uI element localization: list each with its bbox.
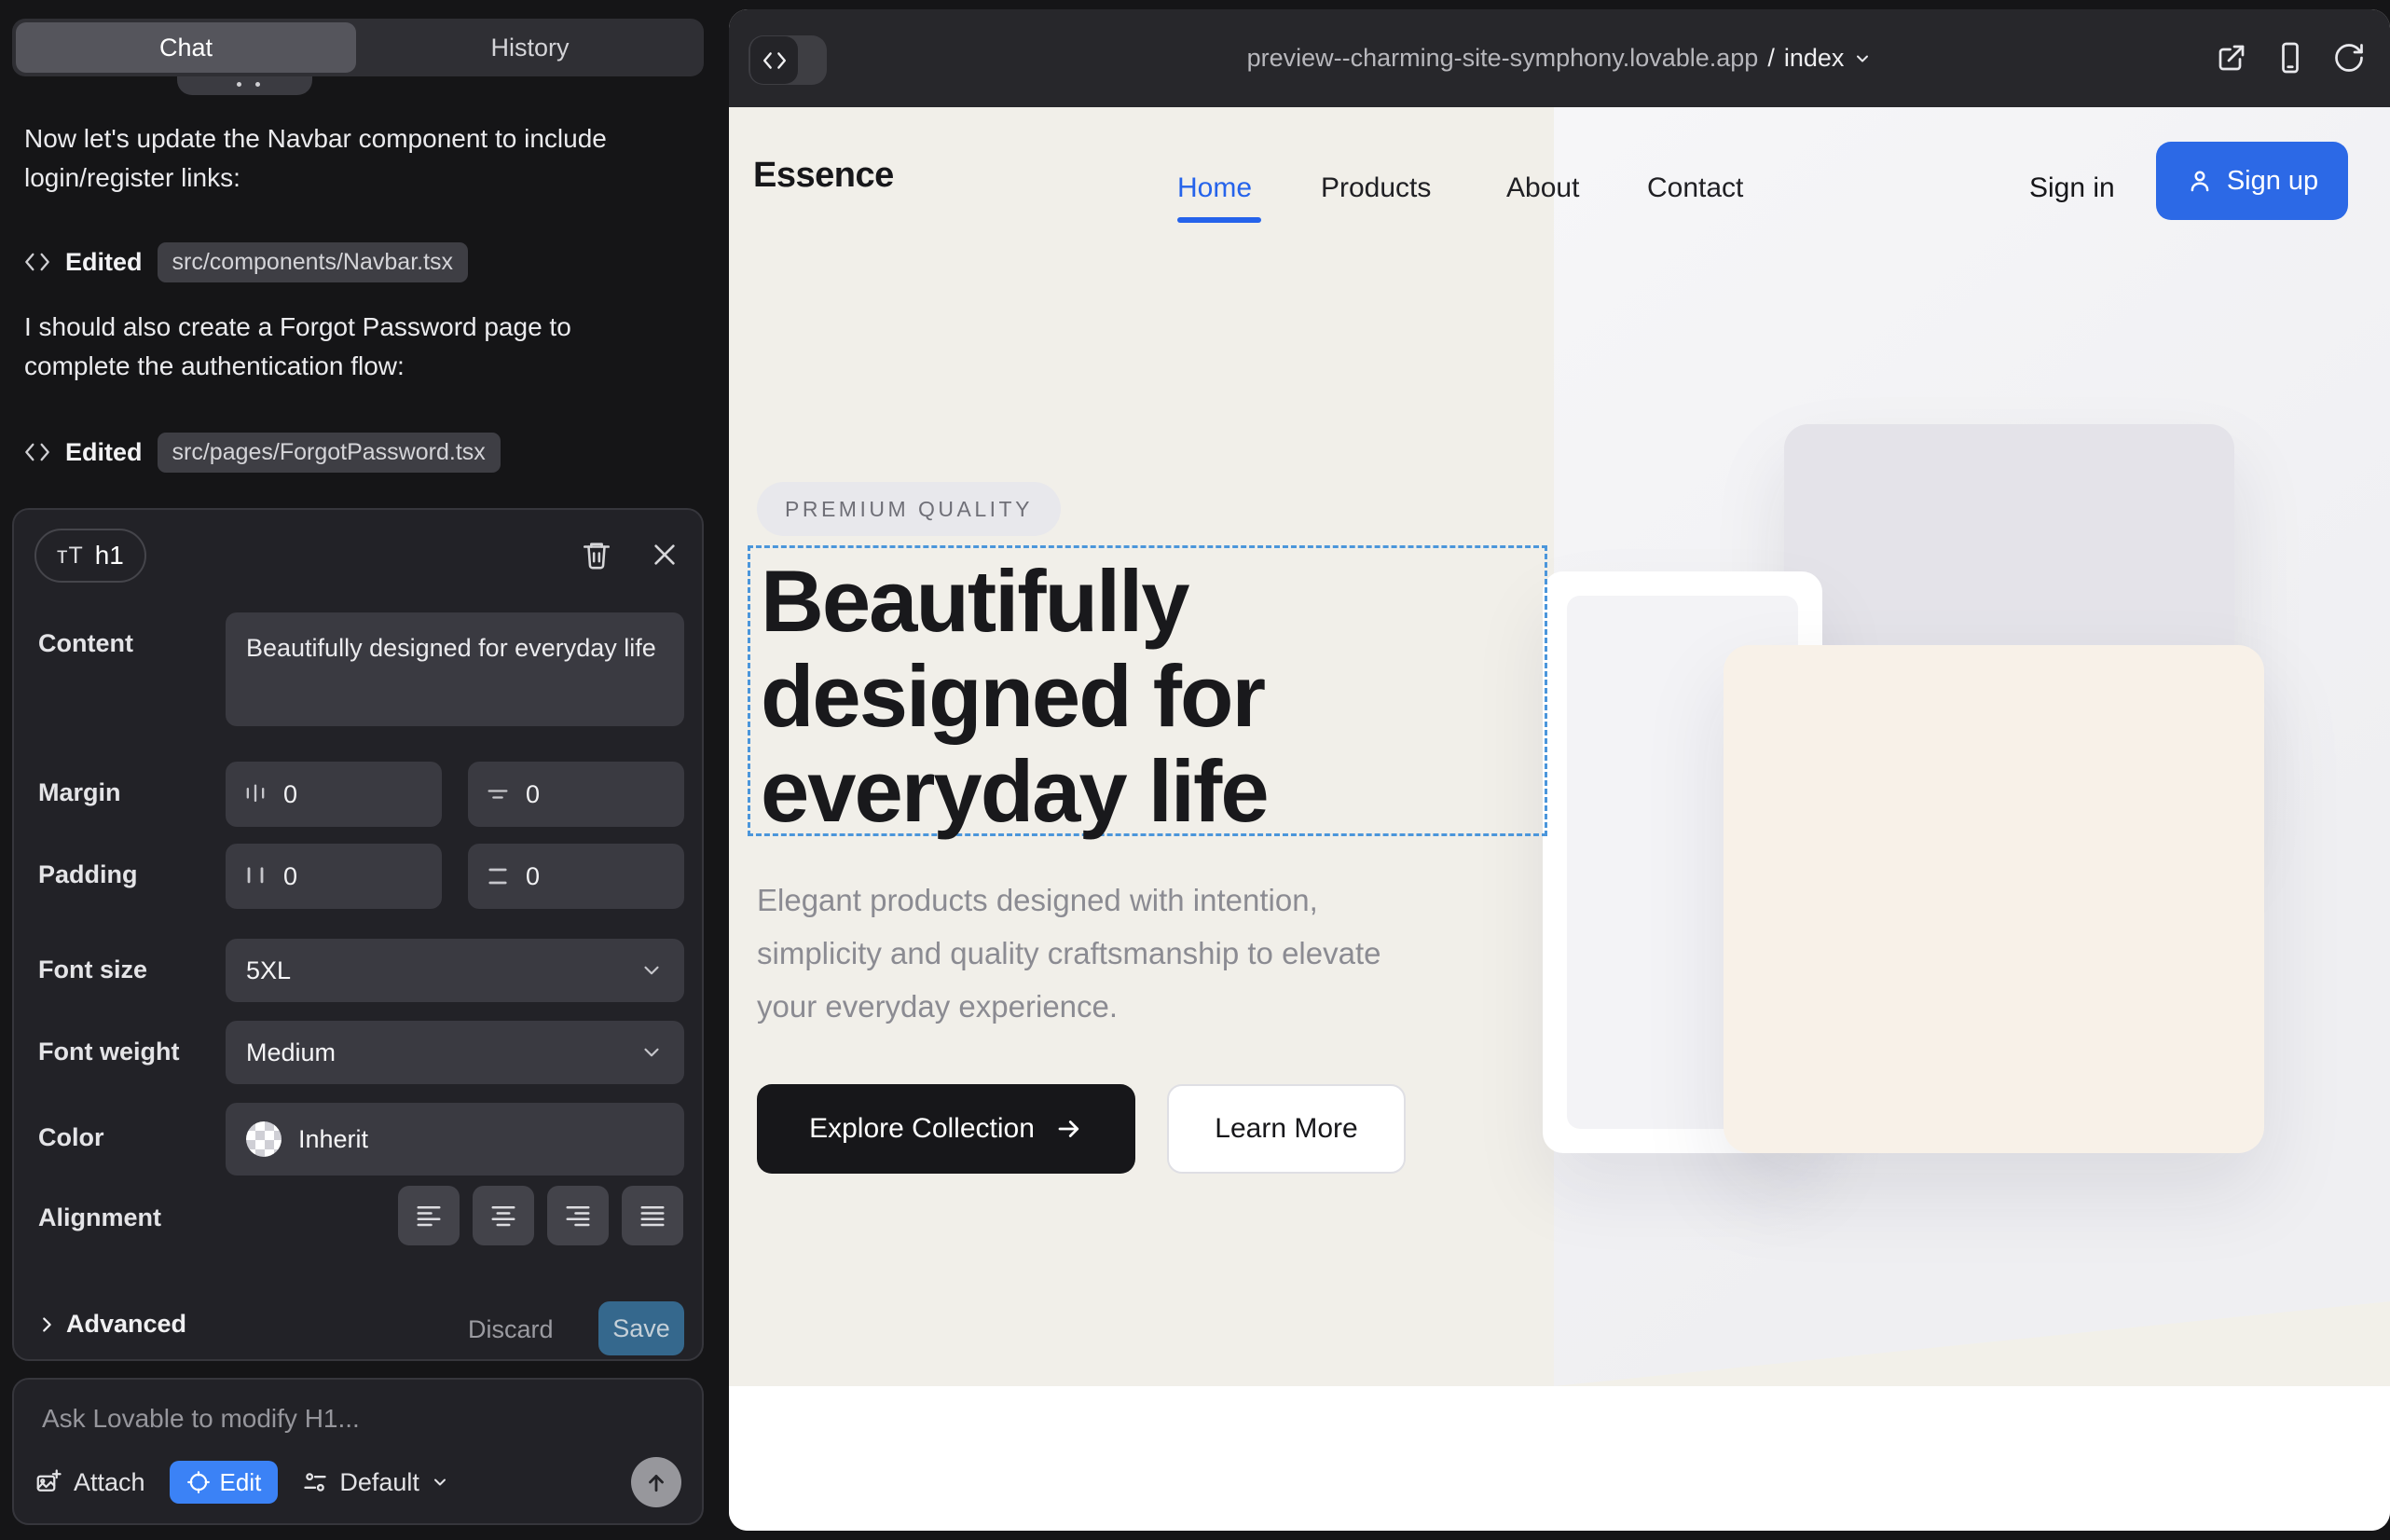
padding-label: Padding	[38, 860, 138, 889]
close-icon[interactable]	[650, 540, 683, 573]
hero-heading[interactable]: Beautifully designed for everyday life	[761, 554, 1268, 839]
save-button[interactable]: Save	[598, 1301, 684, 1355]
chevron-down-icon	[639, 1040, 664, 1065]
margin-y-input[interactable]: 0	[468, 762, 684, 827]
site-viewport: Essence Home Products About Contact Sign…	[729, 107, 2390, 1531]
arrow-up-icon	[644, 1470, 668, 1494]
image-plus-icon	[34, 1468, 62, 1496]
sign-up-button[interactable]: Sign up	[2156, 142, 2348, 220]
url-domain: preview--charming-site-symphony.lovable.…	[1247, 44, 1759, 73]
align-right-icon	[564, 1202, 592, 1230]
edit-mode-button[interactable]: Edit	[170, 1461, 279, 1504]
browser-actions	[2215, 41, 2366, 75]
align-right-button[interactable]	[547, 1186, 609, 1245]
decorative-card-cream	[1724, 645, 2264, 1153]
chevron-down-icon	[431, 1473, 449, 1492]
chevron-right-icon	[36, 1314, 57, 1335]
code-icon	[24, 249, 50, 275]
chat-message: I should also create a Forgot Password p…	[24, 308, 621, 386]
type-icon: тT	[57, 543, 84, 570]
sidebar-tabbar: Chat History	[12, 19, 704, 76]
align-justify-icon	[639, 1202, 666, 1230]
delete-element-button[interactable]	[581, 538, 614, 571]
font-weight-select[interactable]: Medium	[226, 1021, 684, 1084]
nav-link-products[interactable]: Products	[1321, 172, 1431, 204]
chat-composer[interactable]: Ask Lovable to modify H1... Attach Edit …	[12, 1378, 704, 1525]
premium-badge: PREMIUM QUALITY	[757, 482, 1061, 536]
browser-bar: preview--charming-site-symphony.lovable.…	[729, 9, 2390, 107]
learn-more-button[interactable]: Learn More	[1167, 1084, 1406, 1174]
selected-tag-pill: тT h1	[34, 529, 146, 583]
padding-y-input[interactable]: 0	[468, 844, 684, 909]
url-page: index	[1784, 44, 1845, 73]
file-chip[interactable]: src/components/Navbar.tsx	[158, 242, 469, 282]
dot	[255, 82, 260, 87]
send-button[interactable]	[631, 1457, 681, 1507]
hero-paragraph: Elegant products designed with intention…	[757, 873, 1447, 1033]
sign-in-link[interactable]: Sign in	[2029, 172, 2115, 204]
composer-placeholder[interactable]: Ask Lovable to modify H1...	[42, 1404, 360, 1434]
element-editor-panel: тT h1 Content Beautifully designed for e…	[12, 508, 704, 1361]
edited-label: Edited	[65, 438, 143, 467]
refresh-button[interactable]	[2332, 41, 2366, 75]
align-justify-button[interactable]	[622, 1186, 683, 1245]
content-label: Content	[38, 629, 133, 658]
align-center-icon	[489, 1202, 517, 1230]
edited-file-row: Edited src/pages/ForgotPassword.tsx	[24, 431, 501, 474]
code-icon	[24, 439, 50, 465]
margin-label: Margin	[38, 778, 121, 807]
align-left-icon	[415, 1202, 443, 1230]
user-icon	[2186, 167, 2214, 195]
selected-tag-name: h1	[95, 541, 124, 571]
app-window: Chat History Now let's update the Navbar…	[0, 0, 2390, 1540]
margin-horizontal-icon	[242, 781, 268, 807]
nav-active-underline	[1177, 217, 1261, 223]
chevron-down-icon	[1853, 49, 1872, 68]
model-default-button[interactable]: Default	[302, 1468, 449, 1497]
preview-panel: preview--charming-site-symphony.lovable.…	[729, 9, 2390, 1531]
padding-vertical-icon	[485, 863, 511, 889]
margin-x-input[interactable]: 0	[226, 762, 442, 827]
content-textarea[interactable]: Beautifully designed for everyday life	[226, 612, 684, 726]
chevron-down-icon	[639, 958, 664, 983]
color-field[interactable]: Inherit	[226, 1103, 684, 1176]
nav-link-home[interactable]: Home	[1177, 172, 1252, 204]
font-weight-label: Font weight	[38, 1038, 179, 1066]
advanced-toggle[interactable]: Advanced	[36, 1310, 186, 1339]
composer-toolbar: Attach Edit Default	[34, 1456, 681, 1508]
alignment-buttons	[398, 1186, 683, 1245]
nav-link-about[interactable]: About	[1506, 172, 1579, 204]
align-left-button[interactable]	[398, 1186, 460, 1245]
padding-horizontal-icon	[242, 863, 268, 889]
mobile-view-button[interactable]	[2273, 41, 2307, 75]
arrow-right-icon	[1055, 1115, 1083, 1143]
tab-chat[interactable]: Chat	[16, 22, 356, 73]
edited-file-row: Edited src/components/Navbar.tsx	[24, 241, 468, 283]
font-size-select[interactable]: 5XL	[226, 939, 684, 1002]
padding-x-input[interactable]: 0	[226, 844, 442, 909]
site-logo[interactable]: Essence	[753, 156, 894, 196]
sliders-icon	[302, 1469, 328, 1495]
crosshair-icon	[186, 1470, 211, 1494]
scrolled-badge-peek	[177, 76, 312, 95]
discard-button[interactable]: Discard	[468, 1315, 554, 1344]
open-external-button[interactable]	[2215, 41, 2248, 75]
file-chip[interactable]: src/pages/ForgotPassword.tsx	[158, 433, 501, 473]
edited-label: Edited	[65, 248, 143, 277]
dot	[237, 82, 241, 87]
tab-history[interactable]: History	[360, 22, 700, 73]
color-swatch	[246, 1121, 282, 1157]
alignment-label: Alignment	[38, 1203, 161, 1232]
nav-link-contact[interactable]: Contact	[1647, 172, 1743, 204]
margin-vertical-icon	[485, 781, 511, 807]
chat-message: Now let's update the Navbar component to…	[24, 119, 621, 198]
url-bar[interactable]: preview--charming-site-symphony.lovable.…	[729, 9, 2390, 107]
explore-collection-button[interactable]: Explore Collection	[757, 1084, 1135, 1174]
align-center-button[interactable]	[473, 1186, 534, 1245]
url-separator: /	[1767, 44, 1775, 73]
font-size-label: Font size	[38, 956, 147, 984]
attach-button[interactable]: Attach	[34, 1468, 145, 1497]
color-label: Color	[38, 1123, 104, 1152]
